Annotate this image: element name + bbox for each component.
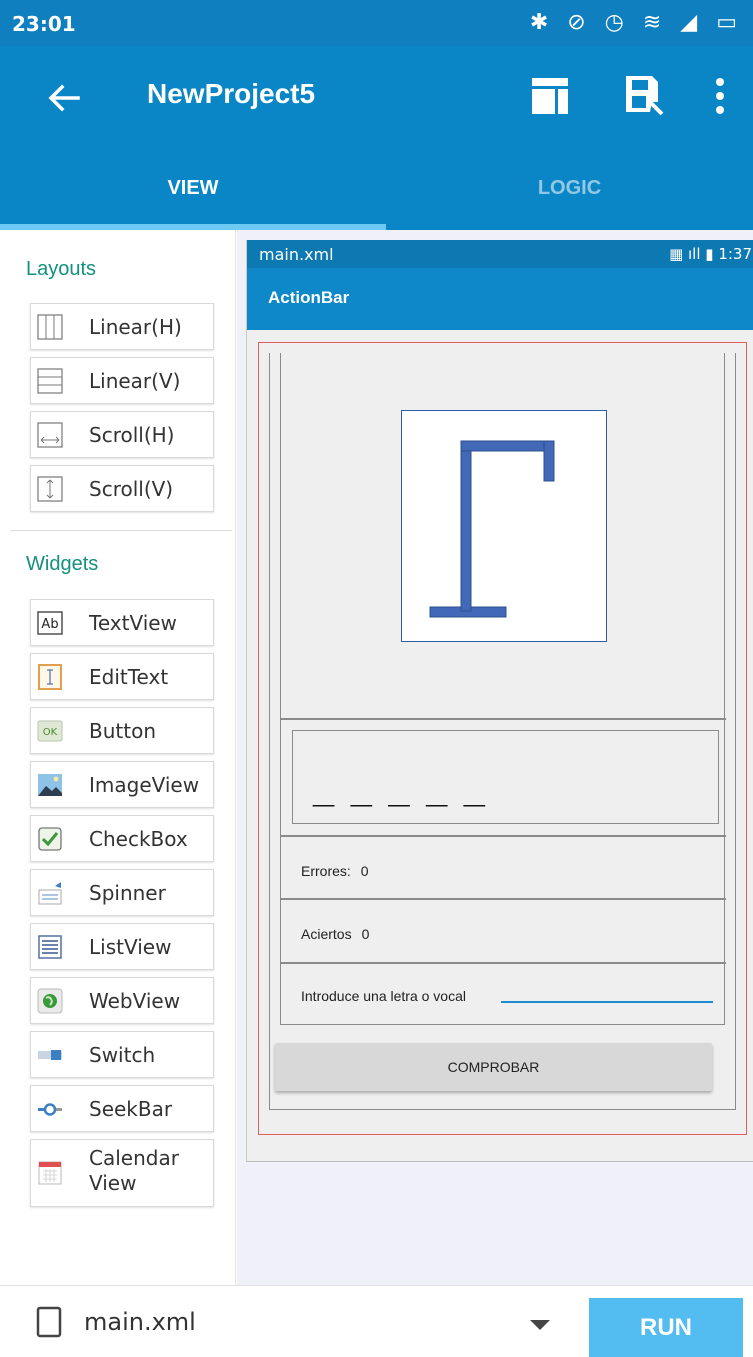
linear-horizontal-icon bbox=[37, 314, 63, 340]
palette-item-label: TextView bbox=[89, 611, 177, 635]
more-options-icon[interactable] bbox=[700, 72, 748, 120]
errores-label: Errores: bbox=[301, 863, 351, 879]
palette-item-label: SeekBar bbox=[89, 1097, 173, 1121]
palette-item-seekbar[interactable]: SeekBar bbox=[30, 1085, 214, 1132]
row-divider bbox=[281, 898, 726, 900]
tab-bar: VIEW LOGIC bbox=[0, 156, 753, 230]
hidden-word: _ _ _ _ _ bbox=[313, 769, 488, 811]
preview-status-bar: main.xml ▦ ıll ▮ 1:37 bbox=[247, 240, 753, 268]
svg-text:OK: OK bbox=[43, 727, 58, 738]
palette-item-textview[interactable]: Ab TextView bbox=[30, 599, 214, 646]
layouts-title: Layouts bbox=[26, 258, 97, 280]
letter-input[interactable] bbox=[501, 1001, 713, 1003]
aciertos-value: 0 bbox=[361, 926, 370, 942]
hangman-imageview[interactable] bbox=[401, 410, 607, 642]
palette-item-spinner[interactable]: Spinner bbox=[30, 869, 214, 916]
edittext-icon bbox=[38, 664, 62, 690]
scroll-vertical-icon bbox=[37, 476, 63, 502]
palette-item-linear-h[interactable]: Linear(H) bbox=[30, 303, 214, 350]
palette-item-linear-v[interactable]: Linear(V) bbox=[30, 357, 214, 404]
palette-item-scroll-h[interactable]: Scroll(H) bbox=[30, 411, 214, 458]
calendarview-icon bbox=[38, 1161, 62, 1185]
palette-item-listview[interactable]: ListView bbox=[30, 923, 214, 970]
status-time: 23:01 bbox=[12, 12, 76, 36]
widget-palette: Layouts Linear(H) Linear(V) Scroll(H) Sc… bbox=[0, 230, 236, 1285]
webview-icon bbox=[37, 988, 63, 1014]
palette-item-webview[interactable]: WebView bbox=[30, 977, 214, 1024]
aciertos-label: Aciertos bbox=[301, 926, 352, 942]
checkbox-icon bbox=[38, 827, 62, 851]
linear-container[interactable]: _ _ _ _ _ Errores: 0 Aciertos 0 Introduce … bbox=[269, 353, 736, 1110]
row-divider bbox=[281, 962, 726, 964]
svg-text:Ab: Ab bbox=[41, 617, 58, 632]
palette-item-imageview[interactable]: ImageView bbox=[30, 761, 214, 808]
palette-item-label: ListView bbox=[89, 935, 172, 959]
file-icon bbox=[36, 1306, 62, 1338]
current-file-name[interactable]: main.xml bbox=[84, 1308, 196, 1336]
palette-item-label: Scroll(V) bbox=[89, 477, 174, 501]
palette-item-scroll-v[interactable]: Scroll(V) bbox=[30, 465, 214, 512]
palette-item-label: Switch bbox=[89, 1043, 156, 1067]
layout-preview: main.xml ▦ ıll ▮ 1:37 ActionBar _ _ _ _ … bbox=[246, 240, 753, 1162]
bottom-bar: main.xml RUN bbox=[0, 1285, 753, 1357]
app-bar: NewProject5 VIEW LOGIC bbox=[0, 46, 753, 230]
seekbar-icon bbox=[38, 1103, 62, 1116]
palette-item-label: Spinner bbox=[89, 881, 166, 905]
palette-item-label: CheckBox bbox=[89, 827, 188, 851]
palette-item-label: EditText bbox=[89, 665, 169, 689]
palette-item-label: Linear(V) bbox=[89, 369, 181, 393]
layout-preview-icon[interactable] bbox=[528, 72, 576, 120]
palette-item-label: Button bbox=[89, 719, 156, 743]
chevron-down-icon[interactable] bbox=[528, 1318, 552, 1332]
inner-linear-container[interactable]: _ _ _ _ _ Errores: 0 Aciertos 0 Introduce … bbox=[280, 353, 726, 1025]
palette-item-button[interactable]: OK Button bbox=[30, 707, 214, 754]
palette-item-label: WebView bbox=[89, 989, 181, 1013]
preview-action-bar: ActionBar bbox=[247, 268, 753, 330]
input-label: Introduce una letra o vocal bbox=[301, 988, 466, 1004]
widgets-title: Widgets bbox=[26, 553, 99, 575]
save-icon[interactable] bbox=[622, 72, 670, 120]
row-divider bbox=[281, 718, 726, 720]
switch-icon bbox=[38, 1050, 62, 1060]
back-arrow-icon[interactable] bbox=[40, 74, 88, 122]
row-divider bbox=[281, 835, 726, 837]
errores-row: Errores: 0 bbox=[301, 863, 369, 879]
palette-item-edittext[interactable]: EditText bbox=[30, 653, 214, 700]
app-title: NewProject5 bbox=[147, 78, 316, 109]
preview-status-icons: ▦ ıll ▮ 1:37 bbox=[669, 245, 752, 263]
imageview-icon bbox=[38, 774, 62, 796]
listview-icon bbox=[38, 935, 62, 959]
palette-item-label: Calendar View bbox=[89, 1146, 179, 1195]
comprobar-button[interactable]: COMPROBAR bbox=[275, 1043, 712, 1091]
tab-logic[interactable]: LOGIC bbox=[386, 156, 753, 230]
status-icons: ✱ ⊘ ◷ ≋ ◢ ▭ bbox=[529, 10, 743, 35]
preview-action-bar-title: ActionBar bbox=[268, 288, 350, 307]
scroll-horizontal-icon bbox=[37, 422, 63, 448]
palette-item-calendarview[interactable]: Calendar View bbox=[30, 1139, 214, 1207]
palette-item-switch[interactable]: Switch bbox=[30, 1031, 214, 1078]
root-layout[interactable]: _ _ _ _ _ Errores: 0 Aciertos 0 Introduce … bbox=[258, 342, 747, 1135]
spinner-icon bbox=[38, 882, 62, 905]
preview-file-name: main.xml bbox=[259, 245, 334, 264]
palette-item-label: ImageView bbox=[89, 773, 200, 797]
tab-view[interactable]: VIEW bbox=[0, 156, 386, 230]
textview-icon: Ab bbox=[37, 611, 63, 635]
button-icon: OK bbox=[37, 720, 63, 742]
palette-item-label: Scroll(H) bbox=[89, 423, 175, 447]
palette-divider bbox=[10, 530, 232, 531]
gallows-image bbox=[429, 440, 555, 618]
aciertos-row: Aciertos 0 bbox=[301, 926, 369, 942]
errores-value: 0 bbox=[360, 863, 369, 879]
status-bar: 23:01 ✱ ⊘ ◷ ≋ ◢ ▭ bbox=[0, 0, 753, 46]
linear-vertical-icon bbox=[37, 368, 63, 394]
palette-item-checkbox[interactable]: CheckBox bbox=[30, 815, 214, 862]
palette-item-label: Linear(H) bbox=[89, 315, 182, 339]
hidden-word-box[interactable]: _ _ _ _ _ bbox=[292, 730, 719, 824]
run-button[interactable]: RUN bbox=[589, 1298, 743, 1357]
